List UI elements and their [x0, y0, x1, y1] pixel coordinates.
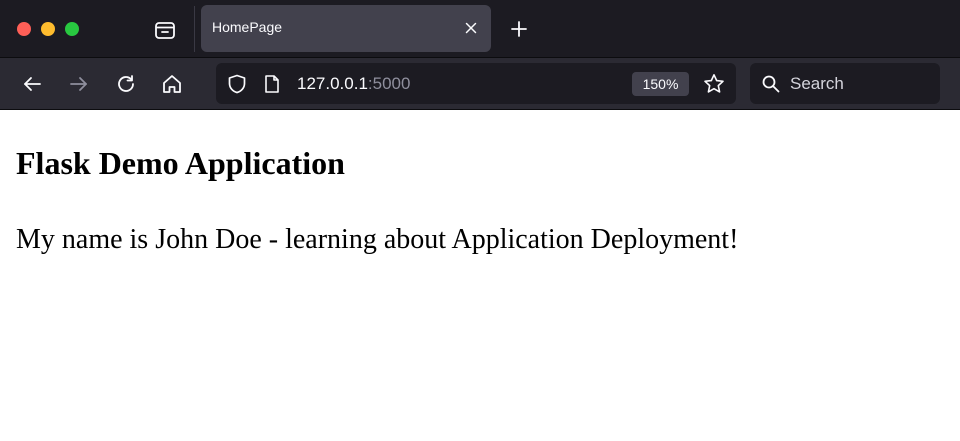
shield-icon[interactable]: [226, 73, 248, 95]
forward-button[interactable]: [65, 70, 93, 98]
back-button[interactable]: [18, 70, 46, 98]
tab-strip: HomePage: [0, 0, 960, 58]
url-host: 127.0.0.1: [297, 74, 368, 93]
page-paragraph: My name is John Doe - learning about App…: [16, 224, 739, 255]
page-content: Flask Demo Application My name is John D…: [0, 111, 960, 441]
page-title: Flask Demo Application: [16, 145, 345, 181]
tab-title: HomePage: [212, 19, 283, 35]
address-bar[interactable]: 127.0.0.1:5000 150%: [216, 63, 736, 104]
tab-overview-icon[interactable]: [150, 16, 180, 44]
page-info-icon[interactable]: [263, 74, 281, 94]
back-arrow-icon: [24, 77, 41, 91]
search-input[interactable]: [790, 69, 930, 98]
search-bar[interactable]: [750, 63, 940, 104]
window-minimize-button[interactable]: [41, 22, 55, 36]
bookmark-star-icon[interactable]: [702, 72, 726, 96]
home-button[interactable]: [158, 70, 186, 98]
home-icon: [163, 75, 181, 93]
plus-icon: [511, 21, 527, 37]
tab-homepage[interactable]: HomePage: [201, 5, 491, 52]
reload-button[interactable]: [112, 70, 140, 98]
navigation-toolbar: 127.0.0.1:5000 150%: [0, 58, 960, 110]
close-icon[interactable]: [463, 20, 479, 36]
new-tab-button[interactable]: [506, 16, 532, 42]
zoom-level-badge[interactable]: 150%: [632, 72, 689, 96]
window-maximize-button[interactable]: [65, 22, 79, 36]
url-text[interactable]: 127.0.0.1:5000: [297, 74, 410, 94]
search-icon: [761, 74, 781, 94]
window-close-button[interactable]: [17, 22, 31, 36]
reload-icon: [118, 75, 134, 92]
url-port: :5000: [367, 74, 411, 93]
tab-divider: [194, 6, 195, 52]
forward-arrow-icon: [70, 77, 87, 91]
